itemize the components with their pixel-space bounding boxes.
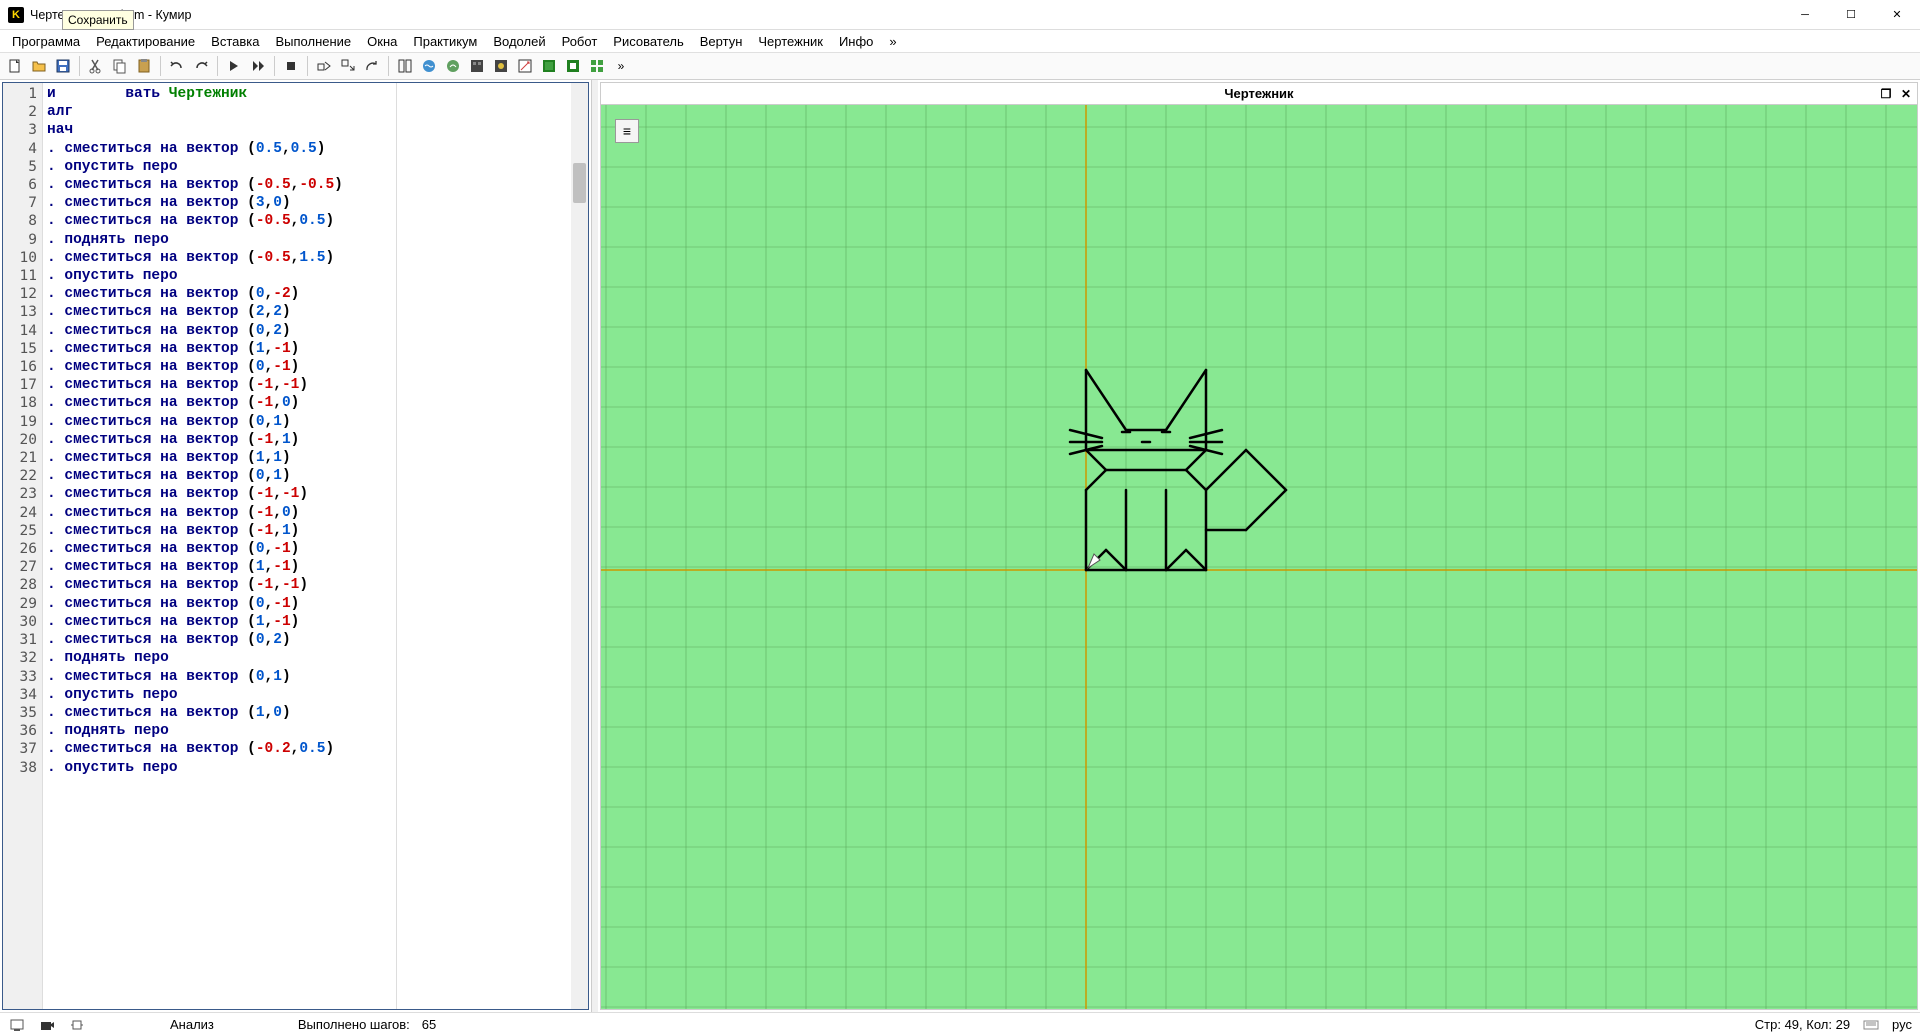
tooltip: Сохранить bbox=[62, 10, 134, 30]
status-icon-3[interactable] bbox=[68, 1016, 86, 1034]
status-lang: рус bbox=[1892, 1017, 1912, 1032]
status-steps-label: Выполнено шагов: bbox=[298, 1017, 410, 1032]
tool-h-button[interactable] bbox=[562, 55, 584, 77]
chertezhnik-button[interactable] bbox=[538, 55, 560, 77]
main: 1234567891011121314151617181920212223242… bbox=[0, 80, 1920, 1012]
tool-a-button[interactable] bbox=[394, 55, 416, 77]
statusbar: Анализ Выполнено шагов: 65 Стр: 49, Кол:… bbox=[0, 1012, 1920, 1036]
maximize-button[interactable]: ☐ bbox=[1828, 0, 1874, 30]
status-kb-icon[interactable] bbox=[1862, 1016, 1880, 1034]
save-button[interactable] bbox=[52, 55, 74, 77]
editor-margin bbox=[396, 83, 571, 1009]
step-button[interactable] bbox=[247, 55, 269, 77]
menu-Редактирование[interactable]: Редактирование bbox=[88, 32, 203, 51]
undo-button[interactable] bbox=[166, 55, 188, 77]
status-icon-1[interactable] bbox=[8, 1016, 26, 1034]
redo-button[interactable] bbox=[190, 55, 212, 77]
canvas-menu-button[interactable]: ≡ bbox=[615, 119, 639, 143]
paste-button[interactable] bbox=[133, 55, 155, 77]
copy-button[interactable] bbox=[109, 55, 131, 77]
separator bbox=[307, 56, 308, 76]
separator bbox=[388, 56, 389, 76]
menubar: ПрограммаРедактированиеВставкаВыполнение… bbox=[0, 30, 1920, 52]
panel-dock-button[interactable]: ❐ bbox=[1877, 85, 1895, 103]
menu-Вставка[interactable]: Вставка bbox=[203, 32, 267, 51]
toolbar-more-button[interactable]: » bbox=[610, 55, 632, 77]
panel-close-button[interactable]: ✕ bbox=[1897, 85, 1915, 103]
tool-c-button[interactable] bbox=[442, 55, 464, 77]
right-panel-title: Чертежник ❐ ✕ bbox=[601, 83, 1917, 105]
menu-Программа[interactable]: Программа bbox=[4, 32, 88, 51]
right-panel: Чертежник ❐ ✕ ≡ bbox=[600, 82, 1918, 1010]
menu-Выполнение[interactable]: Выполнение bbox=[267, 32, 359, 51]
status-icon-2[interactable] bbox=[38, 1016, 56, 1034]
titlebar: K Чертежник_Кот.kum - Кумир ─ ☐ ✕ bbox=[0, 0, 1920, 30]
risoatel-button[interactable] bbox=[490, 55, 512, 77]
close-button[interactable]: ✕ bbox=[1874, 0, 1920, 30]
separator bbox=[217, 56, 218, 76]
step-into-button[interactable] bbox=[337, 55, 359, 77]
right-panel-title-text: Чертежник bbox=[1224, 86, 1293, 101]
robot-button[interactable] bbox=[466, 55, 488, 77]
vodolei-button[interactable] bbox=[418, 55, 440, 77]
step-over-button[interactable] bbox=[313, 55, 335, 77]
menu-»[interactable]: » bbox=[881, 32, 904, 51]
menu-Водолей[interactable]: Водолей bbox=[485, 32, 553, 51]
cut-button[interactable] bbox=[85, 55, 107, 77]
left-panel: 1234567891011121314151617181920212223242… bbox=[0, 80, 592, 1012]
menu-Чертежник[interactable]: Чертежник bbox=[750, 32, 831, 51]
chertezhnik-canvas[interactable]: ≡ bbox=[601, 105, 1917, 1009]
stop-button[interactable] bbox=[280, 55, 302, 77]
status-line-col: Стр: 49, Кол: 29 bbox=[1755, 1017, 1850, 1032]
step-out-button[interactable] bbox=[361, 55, 383, 77]
status-steps-value: 65 bbox=[422, 1017, 436, 1032]
menu-Инфо[interactable]: Инфо bbox=[831, 32, 881, 51]
open-button[interactable] bbox=[28, 55, 50, 77]
new-file-button[interactable] bbox=[4, 55, 26, 77]
window-title: Чертежник_Кот.kum - Кумир bbox=[30, 8, 1782, 22]
menu-Окна[interactable]: Окна bbox=[359, 32, 405, 51]
code-editor[interactable]: 1234567891011121314151617181920212223242… bbox=[2, 82, 589, 1010]
vertun-button[interactable] bbox=[514, 55, 536, 77]
app-icon: K bbox=[8, 7, 24, 23]
pane-divider[interactable] bbox=[592, 80, 598, 1012]
minimize-button[interactable]: ─ bbox=[1782, 0, 1828, 30]
editor-scrollbar[interactable] bbox=[571, 83, 588, 1009]
menu-Робот[interactable]: Робот bbox=[554, 32, 606, 51]
code-text[interactable]: и вать Чертежникалгнач. сместиться на ве… bbox=[43, 83, 396, 1009]
toolbar: » Сохранить bbox=[0, 52, 1920, 80]
tool-i-button[interactable] bbox=[586, 55, 608, 77]
menu-Рисователь[interactable]: Рисователь bbox=[605, 32, 691, 51]
line-numbers: 1234567891011121314151617181920212223242… bbox=[3, 83, 43, 1009]
menu-Практикум[interactable]: Практикум bbox=[405, 32, 485, 51]
separator bbox=[274, 56, 275, 76]
separator bbox=[79, 56, 80, 76]
separator bbox=[160, 56, 161, 76]
menu-Вертун[interactable]: Вертун bbox=[692, 32, 751, 51]
run-button[interactable] bbox=[223, 55, 245, 77]
status-analysis: Анализ bbox=[170, 1017, 214, 1032]
